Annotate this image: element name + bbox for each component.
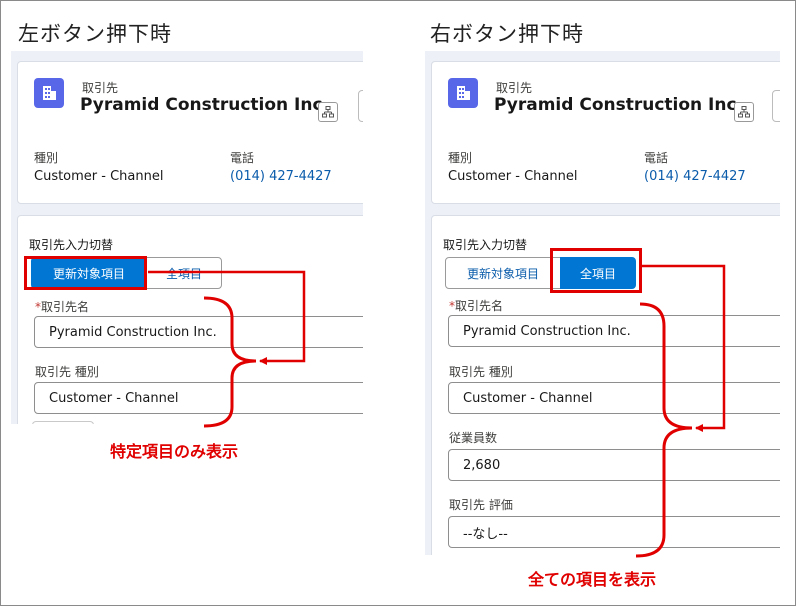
right-bracket: [635, 302, 693, 558]
left-arrow: [148, 270, 306, 365]
left-bracket: [203, 296, 257, 428]
annotation-overlay: [148, 264, 726, 558]
right-arrow: [642, 264, 726, 432]
